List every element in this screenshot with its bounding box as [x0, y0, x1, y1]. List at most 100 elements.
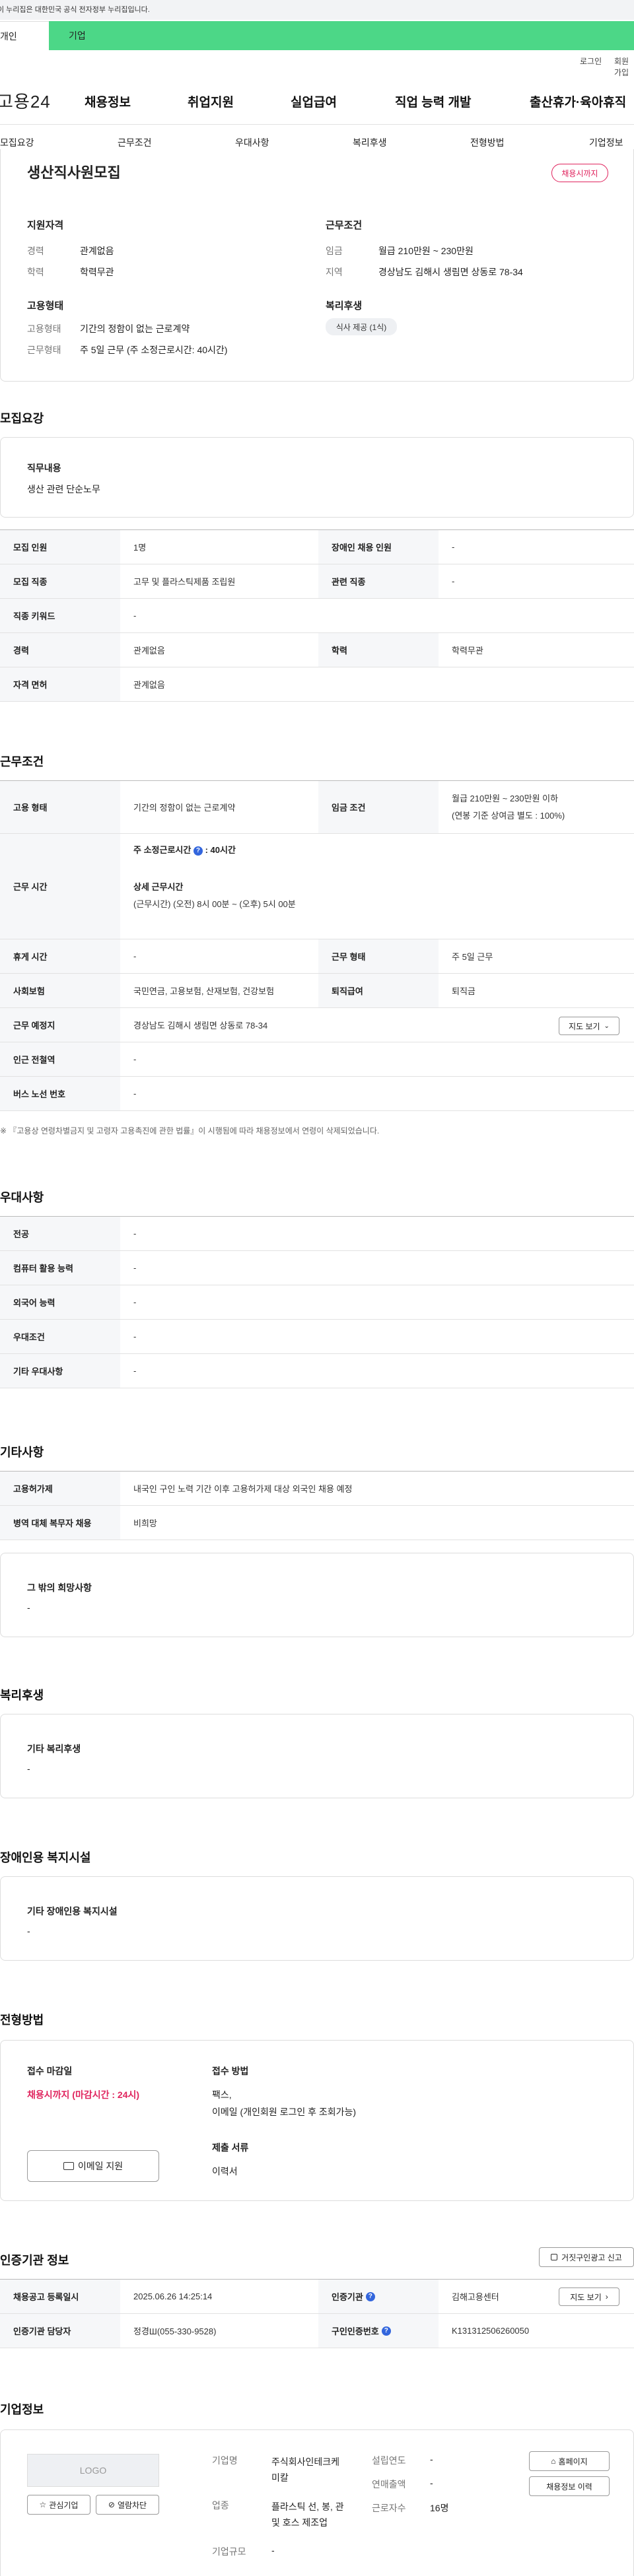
disabled-card: 기타 장애인용 복지시설 - — [0, 1876, 634, 1961]
emptype-label: 고용형태 — [27, 323, 61, 334]
subnav-company[interactable]: 기업정보 — [589, 136, 623, 149]
tab-company[interactable]: 기업 — [69, 21, 86, 50]
table-cell: - — [133, 1229, 137, 1238]
subnav-conditions[interactable]: 근무조건 — [118, 136, 152, 149]
homepage-button[interactable]: ⌂ 홈페이지 — [529, 2451, 610, 2471]
signup-link[interactable]: 회원가입 — [614, 55, 634, 78]
subnav-preference[interactable]: 우대사항 — [235, 136, 269, 149]
divider — [0, 124, 634, 125]
block-view-button[interactable]: ⊘ 열람차단 — [96, 2495, 159, 2515]
subnav-recruit[interactable]: 모집요강 — [0, 136, 34, 149]
career-value: 관계없음 — [80, 246, 114, 256]
table-cell: 기간의 정함이 없는 근로계약 — [133, 803, 236, 813]
table-row: 휴게 시간 - 근무 형태 주 5일 근무 — [0, 939, 634, 974]
company-name-value: 주식회사인테크케미칼 — [271, 2457, 340, 2483]
help-icon[interactable]: ? — [365, 2291, 375, 2301]
table-cell: - — [452, 542, 455, 552]
edu-label: 학력 — [27, 267, 44, 277]
wage-value: 월급 210만원 ~ 230만원 — [378, 246, 474, 256]
table-row: 모집 인원 1명 장애인 채용 인원 - — [0, 530, 634, 564]
welfare-title: 복리후생 — [326, 300, 363, 312]
table-row: 인증기관 담당자 정경Ш(055-330-9528) 구인인증번호 ? K131… — [0, 2314, 634, 2348]
weekly-hours: 주 소정근로시간 ? : 40시간 — [133, 843, 236, 856]
company-name-label: 기업명 — [212, 2455, 238, 2466]
duty-value: 생산 관련 단순노무 — [27, 484, 100, 494]
table-cell: 김해고용센터 — [452, 2292, 499, 2302]
map-view-label: 지도 보기 — [569, 1021, 600, 1031]
emp-title: 고용형태 — [27, 300, 64, 312]
login-link[interactable]: 로그인 — [580, 55, 602, 67]
report-fake-ad-button[interactable]: 거짓구인광고 신고 — [539, 2247, 634, 2267]
favorite-company-button[interactable]: ☆ 관심기업 — [27, 2495, 90, 2515]
gnb-unemployment[interactable]: 실업급여 — [291, 92, 337, 110]
agency-map-button[interactable]: 지도 보기 › — [559, 2288, 619, 2306]
table-header: 고용 형태 — [0, 781, 120, 833]
table-row: 컴퓨터 활용 능력 - — [0, 1251, 634, 1285]
section-title-process: 전형방법 — [0, 2014, 44, 2027]
table-header: 근무 형태 — [318, 939, 439, 973]
company-size-value: - — [271, 2545, 275, 2556]
company-logo: LOGO — [27, 2454, 159, 2487]
docs-title: 제출 서류 — [212, 2142, 249, 2153]
gnb-leave[interactable]: 출산휴가·육아휴직 — [530, 92, 626, 110]
table-cell: 비희망 — [133, 1518, 157, 1528]
weekly-hours-value: : 40시간 — [205, 845, 236, 855]
wage-label: 임금 — [326, 246, 343, 256]
table-cell: - — [452, 576, 455, 586]
table-cell: 관계없음 — [133, 680, 165, 690]
qual-title: 지원자격 — [27, 220, 64, 231]
table-row: 우대조건 - — [0, 1320, 634, 1354]
table-row: 직종 키워드 - — [0, 599, 634, 633]
tab-personal[interactable]: 개인 — [0, 21, 49, 50]
email-apply-button[interactable]: 이메일 지원 — [27, 2150, 159, 2182]
table-header: 모집 인원 — [0, 530, 120, 564]
favorite-company-label: 관심기업 — [49, 2500, 79, 2510]
wage-range: 월급 210만원 ~ 230만원 이하 — [452, 793, 559, 803]
section-title-agency: 인증기관 정보 — [0, 2254, 69, 2267]
table-header: 기타 우대사항 — [0, 1354, 120, 1388]
map-view-button[interactable]: 지도 보기 ⌄ — [559, 1017, 619, 1035]
table-row: 근무 시간 주 소정근로시간 ? : 40시간 상세 근무시간 (근무시간) (… — [0, 834, 634, 939]
table-header: 장애인 채용 인원 — [318, 530, 439, 564]
table-row: 고용 형태 기간의 정함이 없는 근로계약 임금 조건 월급 210만원 ~ 2… — [0, 781, 634, 834]
method-title: 접수 방법 — [212, 2066, 249, 2076]
job-title: 생산직사원모집 — [27, 164, 121, 181]
table-row: 전공 - — [0, 1217, 634, 1251]
help-icon[interactable]: ? — [193, 846, 203, 856]
detail-hours-value: (근무시간) (오전) 8시 00분 ~ (오후) 5시 00분 — [133, 899, 296, 909]
chevron-down-icon: ⌄ — [604, 1022, 610, 1030]
table-row: 채용공고 등록일시 2025.06.26 14:25:14 인증기관 ? 김해고… — [0, 2280, 634, 2314]
agency-label: 인증기관 — [332, 2292, 363, 2302]
gov-banner: 이 누리집은 대한민국 공식 전자정부 누리집입니다. — [0, 0, 634, 20]
table-header: 채용공고 등록일시 — [0, 2280, 120, 2313]
table-row: 사회보험 국민연금, 고용보험, 산재보험, 건강보험 퇴직급여 퇴직금 — [0, 974, 634, 1008]
gnb-employment-support[interactable]: 취업지원 — [188, 92, 234, 110]
section-title-conditions: 근무조건 — [0, 755, 44, 768]
subnav-process[interactable]: 전형방법 — [470, 136, 505, 149]
agency-map-label: 지도 보기 — [570, 2292, 602, 2302]
block-view-label: 열람차단 — [117, 2500, 147, 2510]
docs-value: 이력서 — [212, 2166, 238, 2177]
site-logo[interactable]: 고용24 — [0, 88, 51, 113]
table-row: 경력 관계없음 학력 학력무관 — [0, 633, 634, 667]
worktype-label: 근무형태 — [27, 345, 61, 355]
process-card: 접수 마감일 채용시까지 (마감시간 : 24시) 이메일 지원 접수 방법 팩… — [0, 2040, 634, 2201]
subnav-welfare[interactable]: 복리후생 — [353, 136, 387, 149]
table-row: 외국어 능력 - — [0, 1285, 634, 1320]
job-history-button[interactable]: 채용정보 이력 — [529, 2476, 610, 2496]
cert-number-label: 구인인증번호 — [332, 2326, 379, 2336]
detail-hours-title: 상세 근무시간 — [133, 882, 184, 892]
employees-label: 근로자수 — [372, 2503, 406, 2513]
area-label: 지역 — [326, 267, 343, 277]
table-header: 학력 — [318, 633, 439, 667]
table-cell: 국민연금, 고용보험, 산재보험, 건강보험 — [133, 986, 275, 996]
section-title-welfare: 복리후생 — [0, 1689, 44, 1702]
gnb-jobs[interactable]: 채용정보 — [85, 92, 131, 110]
table-header: 모집 직종 — [0, 564, 120, 598]
founded-label: 설립연도 — [372, 2455, 406, 2466]
gnb-training[interactable]: 직업 능력 개발 — [395, 92, 471, 110]
table-cell: - — [133, 611, 137, 621]
wage-bonus: (연봉 기준 상여금 별도 : 100%) — [452, 810, 565, 821]
table-header: 외국어 능력 — [0, 1285, 120, 1319]
help-icon[interactable]: ? — [381, 2326, 391, 2336]
